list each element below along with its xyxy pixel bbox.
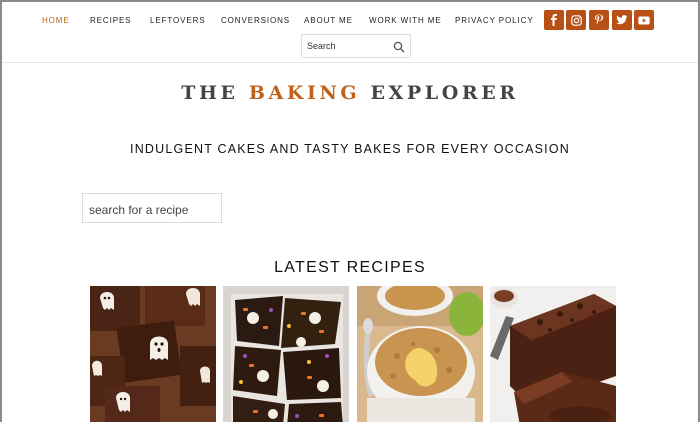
nav-item-conversions[interactable]: CONVERSIONS [221, 16, 290, 25]
site-logo-title[interactable]: THE BAKING EXPLORER [2, 82, 698, 104]
recipe-card-apple-crumble[interactable] [357, 286, 483, 422]
recipe-card-ghost-brownies[interactable] [90, 286, 216, 422]
nav-item-recipes[interactable]: RECIPES [90, 16, 131, 25]
facebook-icon[interactable] [544, 10, 564, 30]
apple-crumble-image [357, 286, 483, 422]
nav-item-leftovers[interactable]: LEFTOVERS [150, 16, 206, 25]
nav-search-placeholder: Search [307, 41, 336, 51]
site-title-part2: EXPLORER [360, 82, 519, 104]
chocolate-loaf-image [490, 286, 616, 422]
twitter-icon[interactable] [612, 10, 632, 30]
site-title-accent: BAKING [248, 82, 361, 104]
pinterest-icon[interactable] [589, 10, 609, 30]
recipe-card-chocolate-loaf[interactable] [490, 286, 616, 422]
site-tagline: INDULGENT CAKES AND TASTY BAKES FOR EVER… [130, 142, 570, 156]
nav-search-input[interactable]: Search [301, 34, 411, 58]
nav-item-home[interactable]: HOME [42, 16, 70, 25]
latest-recipes-heading: LATEST RECIPES [274, 259, 426, 276]
youtube-icon[interactable] [634, 10, 654, 30]
top-navigation: HOME RECIPES LEFTOVERS CONVERSIONS ABOUT… [2, 2, 698, 63]
nav-item-work-with-me[interactable]: WORK WITH ME [369, 16, 442, 25]
recipe-search-input[interactable]: search for a recipe [82, 193, 222, 223]
instagram-icon[interactable] [566, 10, 586, 30]
recipe-card-halloween-bark[interactable] [223, 286, 349, 422]
nav-item-privacy-policy[interactable]: PRIVACY POLICY [455, 16, 534, 25]
nav-item-about-me[interactable]: ABOUT ME [304, 16, 353, 25]
search-icon[interactable] [393, 40, 405, 58]
page-frame: HOME RECIPES LEFTOVERS CONVERSIONS ABOUT… [0, 0, 700, 422]
recipe-search-placeholder: search for a recipe [89, 203, 189, 217]
ghost-brownies-image [90, 286, 216, 422]
site-title-part1: THE [181, 82, 249, 104]
halloween-bark-image [223, 286, 349, 422]
